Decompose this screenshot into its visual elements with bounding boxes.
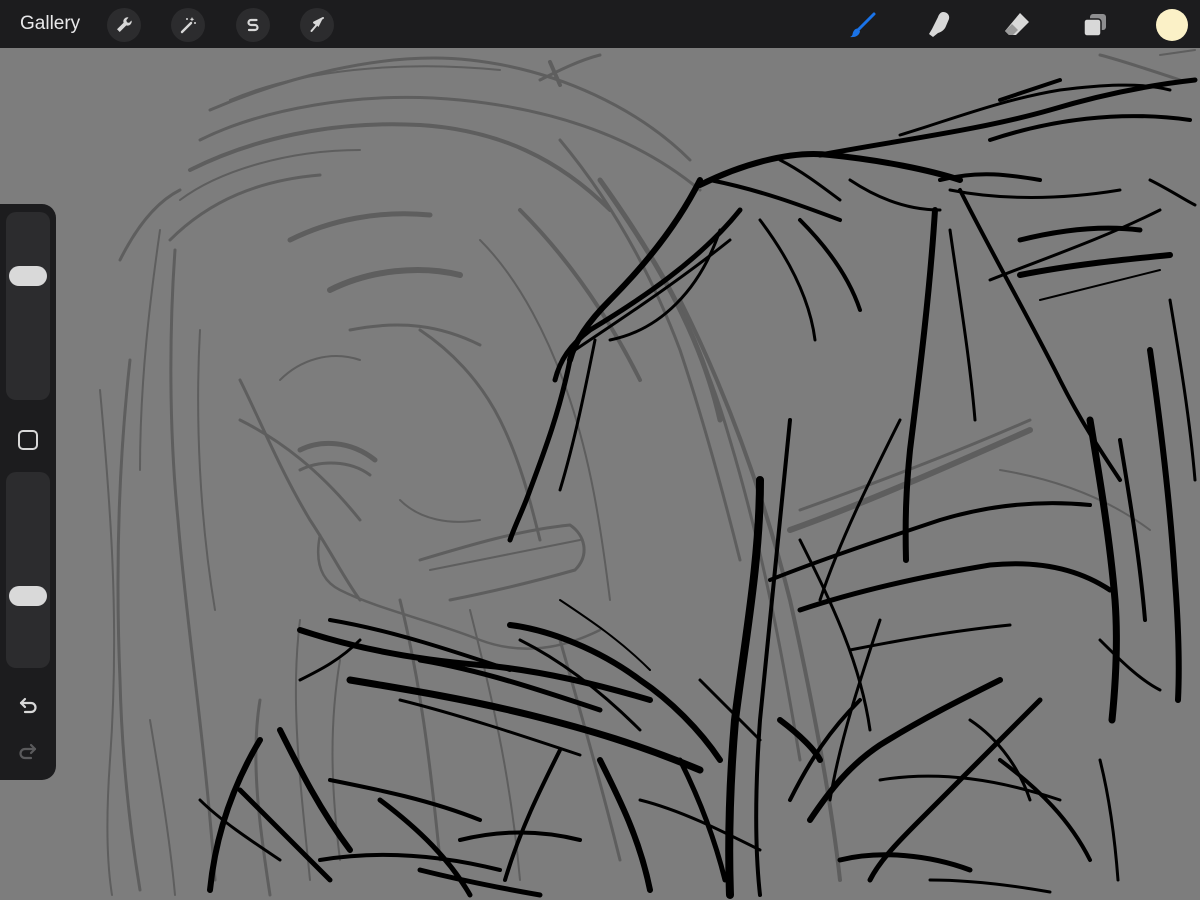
- layers-icon: [1083, 14, 1106, 37]
- brush-size-handle[interactable]: [9, 266, 47, 286]
- undo-arrow-icon: [19, 697, 37, 714]
- magic-wand-icon: [180, 17, 196, 34]
- drawing-canvas[interactable]: [0, 48, 1200, 900]
- left-sidebar: [0, 204, 56, 780]
- wrench-icon: [117, 17, 132, 32]
- adjustments-button[interactable]: [171, 8, 205, 42]
- selection-button[interactable]: [236, 8, 270, 42]
- opacity-slider[interactable]: [6, 472, 50, 668]
- arrow-cursor-icon: [310, 17, 324, 32]
- eraser-tool-button[interactable]: [999, 7, 1035, 43]
- layers-button[interactable]: [1077, 7, 1113, 43]
- sketch-artwork: [99, 49, 1198, 899]
- actions-button[interactable]: [107, 8, 141, 42]
- brush-icon: [850, 12, 876, 38]
- s-selection-icon: [247, 18, 259, 32]
- modify-button[interactable]: [16, 428, 40, 452]
- brush-tool-button[interactable]: [845, 7, 881, 43]
- smudge-tool-button[interactable]: [921, 7, 957, 43]
- smudge-finger-icon: [929, 12, 950, 37]
- brush-size-slider[interactable]: [6, 212, 50, 400]
- top-toolbar: Gallery: [0, 0, 1200, 48]
- transform-button[interactable]: [300, 8, 334, 42]
- square-outline-icon: [18, 430, 38, 450]
- color-picker-swatch[interactable]: [1156, 9, 1188, 41]
- redo-arrow-icon: [19, 743, 37, 760]
- gallery-button[interactable]: Gallery: [20, 12, 80, 36]
- undo-button[interactable]: [14, 692, 42, 720]
- redo-button[interactable]: [14, 738, 42, 766]
- eraser-icon: [1005, 13, 1029, 35]
- opacity-handle[interactable]: [9, 586, 47, 606]
